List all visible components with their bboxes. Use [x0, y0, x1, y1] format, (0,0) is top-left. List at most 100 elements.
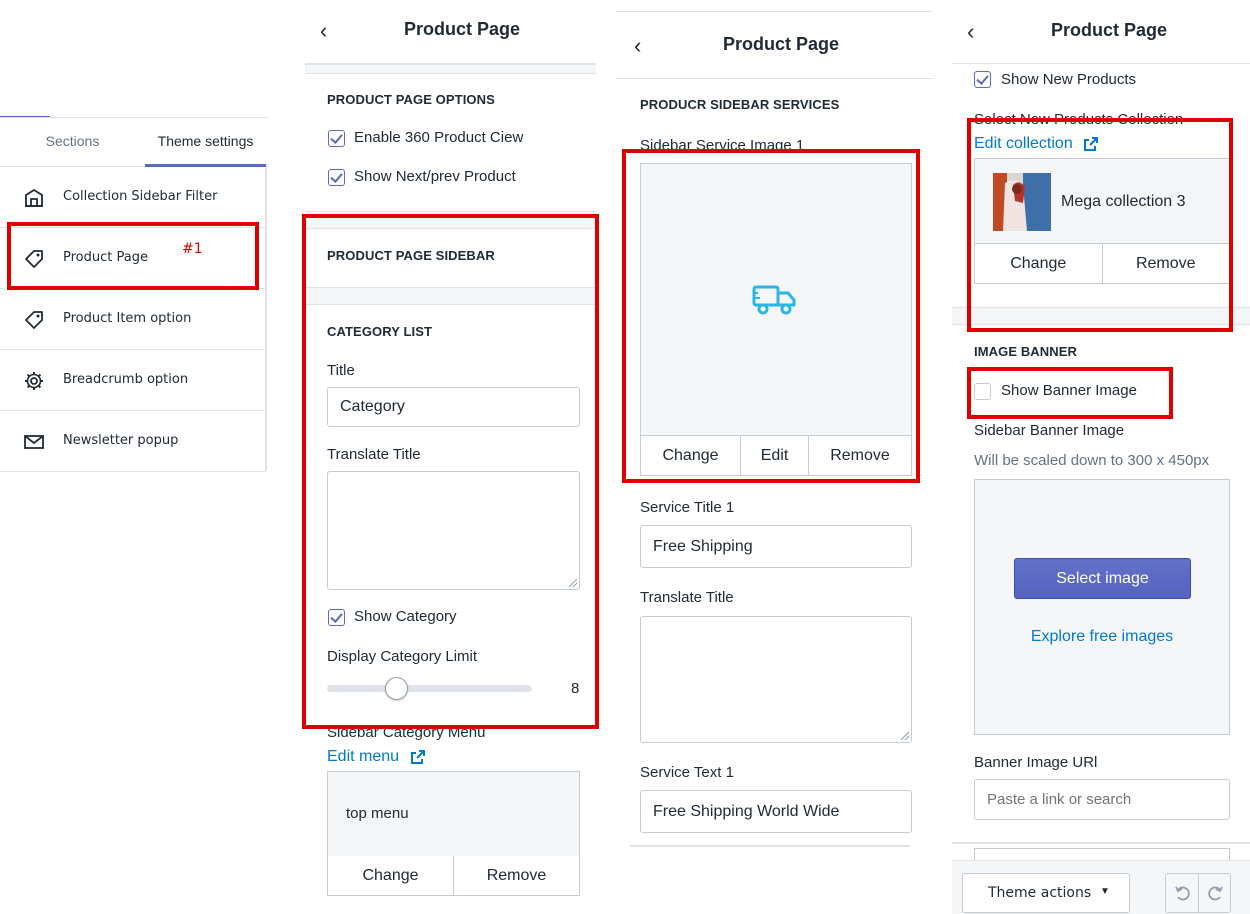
product-page-panel-1: ‹ Product Page PRODUCT PAGE OPTIONS Enab… [305, 0, 596, 914]
gear-icon [25, 372, 43, 390]
field-label: Title [327, 362, 355, 379]
menu-name: top menu [346, 805, 409, 822]
field-label: Select New Products Collection [974, 111, 1184, 128]
product-page-panel-2: ‹ Product Page PRODUCR SIDEBAR SERVICES … [616, 0, 933, 914]
collection-preview: Mega collection 3 [974, 158, 1230, 244]
image-button-row: Change Edit Remove [640, 436, 912, 476]
sidebar-item-label: Product Item option [63, 311, 192, 326]
edit-menu-link[interactable]: Edit menu [327, 748, 426, 766]
enable-360-checkbox[interactable] [328, 130, 345, 147]
title-input[interactable]: Category [327, 387, 580, 427]
sidebar-item-label: Collection Sidebar Filter [63, 189, 218, 204]
slider-thumb[interactable] [385, 677, 409, 700]
remove-button[interactable]: Remove [454, 856, 579, 895]
change-button[interactable]: Change [641, 436, 741, 475]
tab-sections[interactable]: Sections [0, 118, 145, 167]
menu-preview: top menu [327, 771, 580, 857]
slider-value: 8 [571, 680, 580, 697]
undo-redo-group [1165, 873, 1231, 913]
back-chevron-icon[interactable]: ‹ [967, 19, 974, 45]
checkbox-label: Show Category [354, 608, 457, 625]
translate-title-textarea[interactable] [327, 471, 580, 590]
field-label: Service Title 1 [640, 499, 735, 516]
translate-title-textarea[interactable] [640, 616, 912, 743]
theme-actions-button[interactable]: Theme actions ▼ [962, 873, 1130, 913]
checkbox-label: Enable 360 Product Ciew [354, 129, 524, 146]
checkbox-label: Show Next/prev Product [354, 168, 516, 185]
section-heading: CATEGORY LIST [327, 324, 433, 339]
back-chevron-icon[interactable]: ‹ [634, 33, 641, 59]
show-category-checkbox[interactable] [328, 609, 345, 626]
footer-bar: Theme actions ▼ [952, 860, 1250, 914]
edit-collection-link[interactable]: Edit collection [974, 135, 1099, 153]
divider [265, 167, 267, 471]
category-limit-slider[interactable] [327, 677, 532, 700]
sidebar-item-product-page[interactable]: Product Page [0, 228, 266, 289]
checkbox-label: Show New Products [1001, 71, 1137, 88]
field-label: Sidebar Banner Image [974, 422, 1125, 439]
show-banner-checkbox[interactable] [974, 383, 991, 400]
sidebar-item-collection-sidebar-filter[interactable]: Collection Sidebar Filter [0, 167, 266, 228]
show-new-products-checkbox[interactable] [974, 71, 991, 88]
explore-free-images-link[interactable]: Explore free images [975, 628, 1229, 646]
menu-button-row: Change Remove [327, 856, 580, 896]
sidebar-item-label: Breadcrumb option [63, 372, 189, 387]
field-label: Display Category Limit [327, 648, 478, 665]
field-label: Sidebar Category Menu [327, 724, 486, 741]
caret-down-icon: ▼ [1100, 886, 1110, 897]
panel-title: Product Page [723, 34, 840, 54]
top-edge [616, 0, 933, 12]
collection-thumbnail [993, 173, 1051, 231]
sidebar-item-product-item-option[interactable]: Product Item option [0, 289, 266, 350]
redo-icon[interactable] [1206, 884, 1224, 902]
section-heading: PRODUCR SIDEBAR SERVICES [640, 97, 840, 112]
tab-bar: Sections Theme settings [0, 117, 268, 167]
collection-name: Mega collection 3 [1061, 193, 1186, 210]
banner-url-input[interactable] [974, 779, 1230, 820]
external-link-icon [1084, 136, 1099, 151]
sidebar-item-breadcrumb-option[interactable]: Breadcrumb option [0, 350, 266, 411]
field-label: Service Text 1 [640, 764, 734, 781]
undo-icon[interactable] [1174, 884, 1192, 902]
field-label: Translate Title [640, 589, 734, 606]
annotation-label: #1 [182, 241, 203, 257]
collection-button-row: Change Remove [974, 244, 1230, 284]
divider [952, 307, 1250, 325]
section-heading: PRODUCT PAGE SIDEBAR [327, 248, 495, 263]
edit-button[interactable]: Edit [741, 436, 809, 475]
next-prev-checkbox[interactable] [328, 169, 345, 186]
banner-hint: Will be scaled down to 300 x 450px [974, 452, 1210, 469]
button-label: Theme actions [988, 885, 1092, 901]
checkbox-label: Show Banner Image [1001, 382, 1137, 399]
panel-header: ‹ Product Page [616, 12, 933, 79]
section-heading: IMAGE BANNER [974, 344, 1078, 359]
external-link-icon [410, 749, 425, 764]
divider [630, 845, 910, 847]
tag-icon [25, 250, 43, 268]
service-text-input[interactable]: Free Shipping World Wide [640, 790, 912, 833]
product-page-panel-3: ‹ Product Page Show New Products Select … [952, 0, 1250, 914]
truck-icon [752, 285, 796, 315]
divider [1198, 874, 1199, 912]
sidebar-item-label: Product Page [63, 250, 148, 265]
sidebar-item-newsletter-popup[interactable]: Newsletter popup [0, 411, 266, 472]
tab-theme-settings[interactable]: Theme settings [145, 118, 266, 167]
theme-settings-panel: Sections Theme settings Collection Sideb… [0, 0, 268, 914]
field-label: Sidebar Service Image 1 [640, 137, 805, 154]
remove-button[interactable]: Remove [1103, 244, 1230, 283]
remove-button[interactable]: Remove [809, 436, 911, 475]
divider [952, 842, 1250, 844]
select-image-button[interactable]: Select image [1014, 558, 1191, 599]
service-image-preview [640, 163, 912, 436]
field-label: Banner Image URl [974, 754, 1098, 771]
panel-title: Product Page [1051, 20, 1168, 40]
back-chevron-icon[interactable]: ‹ [320, 18, 327, 44]
sidebar-item-label: Newsletter popup [63, 433, 179, 448]
service-title-input[interactable]: Free Shipping [640, 525, 912, 568]
change-button[interactable]: Change [975, 244, 1103, 283]
change-button[interactable]: Change [328, 856, 454, 895]
section-heading: PRODUCT PAGE OPTIONS [327, 92, 495, 107]
divider [305, 64, 596, 74]
tag-icon [25, 311, 43, 329]
field-label: Translate Title [327, 446, 421, 463]
